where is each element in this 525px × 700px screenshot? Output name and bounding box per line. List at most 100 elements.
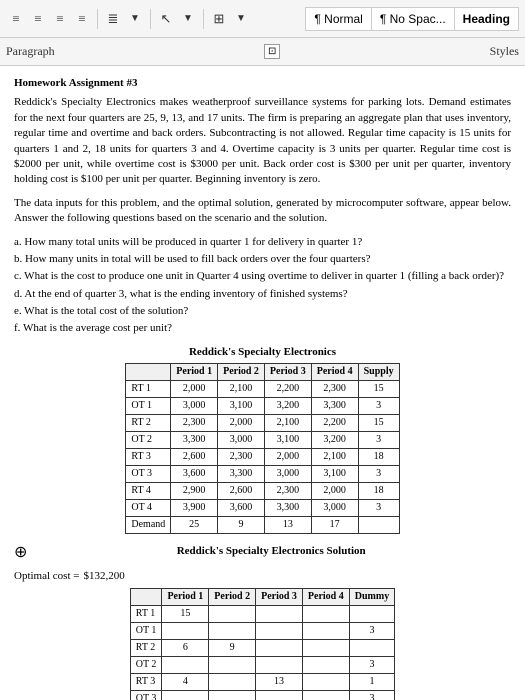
questions-list: a. How many total units will be produced…: [14, 235, 511, 337]
table2-cell: [302, 674, 349, 691]
table2-col-p2: Period 2: [209, 589, 256, 606]
table1-col-p1: Period 1: [171, 364, 218, 381]
table2-row-label: OT 1: [130, 623, 162, 640]
table1-cell: 2,000: [311, 483, 358, 500]
expand-button[interactable]: ⊡: [264, 44, 280, 59]
heading-style-button[interactable]: Heading: [454, 7, 519, 31]
table1-row: Demand2591317: [126, 517, 399, 534]
table1-row-label: RT 1: [126, 381, 171, 398]
table1-row: RT 32,6002,3002,0002,10018: [126, 449, 399, 466]
table1-row-label: RT 4: [126, 483, 171, 500]
solution-title: Reddick's Specialty Electronics Solution: [31, 544, 511, 559]
table1-cell: 2,900: [171, 483, 218, 500]
table1-row: RT 22,3002,0002,1002,20015: [126, 415, 399, 432]
table1-cell: 18: [358, 483, 399, 500]
table1-row-label: OT 2: [126, 432, 171, 449]
table1-cell: 3,200: [311, 432, 358, 449]
align-left-icon[interactable]: ≡: [6, 9, 26, 29]
table1-cell: 3,600: [171, 466, 218, 483]
table2-col-p3: Period 3: [256, 589, 303, 606]
table2-cell: [302, 657, 349, 674]
table2-cell: [302, 691, 349, 700]
table1-cell: 2,300: [264, 483, 311, 500]
question-c: c. What is the cost to produce one unit …: [14, 269, 511, 284]
table2-cell: 3: [349, 691, 394, 700]
table1-container: Reddick's Specialty Electronics Period 1…: [14, 345, 511, 534]
justify-icon[interactable]: ≡: [72, 9, 92, 29]
table2-col-p4: Period 4: [302, 589, 349, 606]
separator3: [203, 9, 204, 29]
align-center-icon[interactable]: ≡: [28, 9, 48, 29]
table2-col-p1: Period 1: [162, 589, 209, 606]
table1-cell: 3,000: [218, 432, 265, 449]
table2-cell: 4: [162, 674, 209, 691]
align-right-icon[interactable]: ≡: [50, 9, 70, 29]
nospace-style-button[interactable]: ¶ No Spac...: [371, 7, 454, 31]
table1-cell: 3,300: [311, 398, 358, 415]
table1-row-label: RT 3: [126, 449, 171, 466]
table1-cell: 2,200: [311, 415, 358, 432]
styles-label: Styles: [490, 44, 519, 59]
paragraph-icons: ≡ ≡ ≡ ≡ ≣ ▼ ↖ ▼ ⊞ ▼: [6, 9, 251, 29]
table1-col-p3: Period 3: [264, 364, 311, 381]
table2-cell: 1: [349, 674, 394, 691]
table1-cell: 2,300: [311, 381, 358, 398]
table1-row-label: Demand: [126, 517, 171, 534]
table1-cell: 18: [358, 449, 399, 466]
table1-cell: 2,600: [218, 483, 265, 500]
question-b: b. How many units in total will be used …: [14, 252, 511, 267]
table1-cell: 3,600: [218, 500, 265, 517]
table1: Period 1 Period 2 Period 3 Period 4 Supp…: [125, 363, 399, 534]
table1-cell: [358, 517, 399, 534]
table2-cell: [256, 623, 303, 640]
table-icon[interactable]: ⊞: [209, 9, 229, 29]
table2-row-label: RT 1: [130, 606, 162, 623]
table1-title: Reddick's Specialty Electronics: [14, 345, 511, 360]
table1-cell: 2,300: [218, 449, 265, 466]
table1-cell: 17: [311, 517, 358, 534]
table1-cell: 3,100: [218, 398, 265, 415]
table2-row: RT 34131: [130, 674, 394, 691]
table2-row: OT 33: [130, 691, 394, 700]
table2-col-dummy: Dummy: [349, 589, 394, 606]
paragraph-label: Paragraph: [6, 44, 55, 59]
separator1: [97, 9, 98, 29]
table2-cell: [162, 691, 209, 700]
question-a: a. How many total units will be produced…: [14, 235, 511, 250]
toolbar-left: ≡ ≡ ≡ ≡ ≣ ▼ ↖ ▼ ⊞ ▼: [6, 9, 301, 29]
table2-row-label: RT 3: [130, 674, 162, 691]
table2-row: OT 23: [130, 657, 394, 674]
table2-cell: [349, 606, 394, 623]
normal-style-button[interactable]: ¶ Normal: [305, 7, 370, 31]
table2-cell: [256, 691, 303, 700]
dropdown2-icon[interactable]: ▼: [178, 9, 198, 29]
table1-row: RT 12,0002,1002,2002,30015: [126, 381, 399, 398]
table2-cell: [209, 606, 256, 623]
table2-cell: [209, 623, 256, 640]
table1-cell: 3: [358, 466, 399, 483]
table2-row-label: OT 2: [130, 657, 162, 674]
table1-cell: 15: [358, 381, 399, 398]
table1-row: OT 33,6003,3003,0003,1003: [126, 466, 399, 483]
table1-col-label: [126, 364, 171, 381]
table2-cell: [256, 606, 303, 623]
table1-row: OT 43,9003,6003,3003,0003: [126, 500, 399, 517]
table1-cell: 3,300: [218, 466, 265, 483]
table1-cell: 2,100: [264, 415, 311, 432]
optimal-cost-label: Optimal cost =: [14, 569, 79, 584]
list-icon[interactable]: ≣: [103, 9, 123, 29]
dropdown-icon[interactable]: ▼: [125, 9, 145, 29]
dropdown3-icon[interactable]: ▼: [231, 9, 251, 29]
toolbar-row2: Paragraph ⊡ Styles: [0, 38, 525, 66]
separator2: [150, 9, 151, 29]
table1-row: OT 13,0003,1003,2003,3003: [126, 398, 399, 415]
table2-cell: 9: [209, 640, 256, 657]
table2-cell: [302, 640, 349, 657]
table1-cell: 2,200: [264, 381, 311, 398]
indent-icon[interactable]: ↖: [156, 9, 176, 29]
data-paragraph: The data inputs for this problem, and th…: [14, 196, 511, 227]
table2-cell: [256, 640, 303, 657]
optimal-cost-value: $132,200: [83, 569, 124, 584]
table1-col-p2: Period 2: [218, 364, 265, 381]
table2-row: RT 269: [130, 640, 394, 657]
